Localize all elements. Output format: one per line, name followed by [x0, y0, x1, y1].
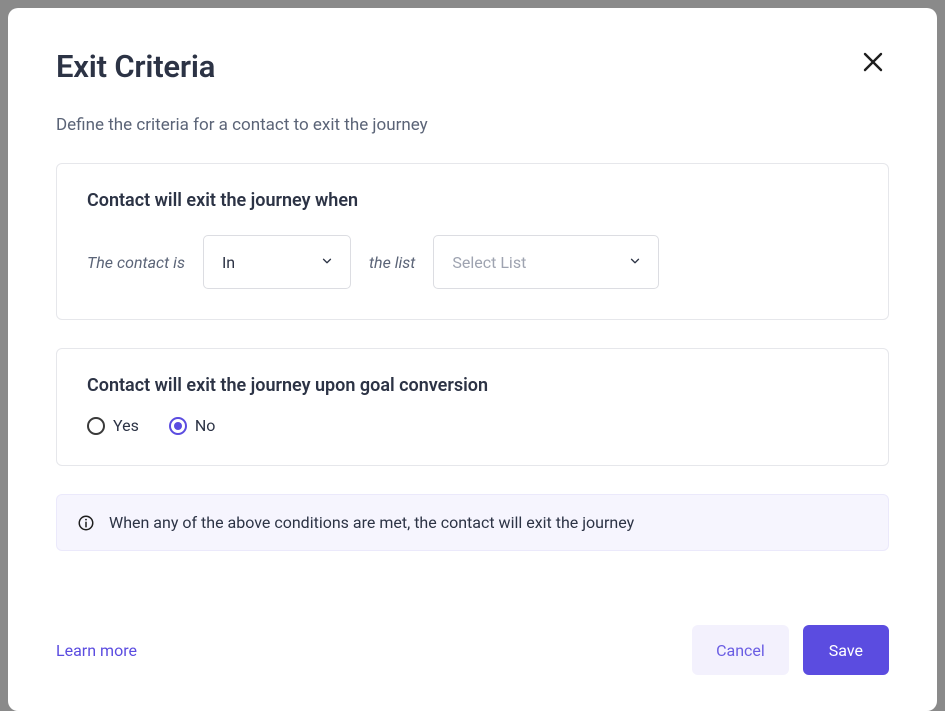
radio-no-label: No: [195, 416, 216, 435]
exit-when-title: Contact will exit the journey when: [87, 190, 858, 211]
chevron-down-icon: [628, 253, 642, 272]
criteria-prefix-label: The contact is: [87, 253, 185, 272]
footer-buttons: Cancel Save: [692, 625, 889, 675]
modal-subtitle: Define the criteria for a contact to exi…: [56, 115, 889, 135]
learn-more-link[interactable]: Learn more: [56, 641, 137, 660]
info-banner: When any of the above conditions are met…: [56, 494, 889, 551]
criteria-mid-label: the list: [369, 253, 415, 272]
condition-dropdown[interactable]: In: [203, 235, 351, 289]
radio-circle-icon: [87, 417, 105, 435]
radio-yes[interactable]: Yes: [87, 416, 139, 435]
chevron-down-icon: [320, 253, 334, 272]
exit-criteria-modal: Exit Criteria Define the criteria for a …: [8, 8, 937, 711]
modal-title: Exit Criteria: [56, 48, 215, 85]
modal-header: Exit Criteria: [56, 48, 889, 85]
condition-value: In: [222, 253, 235, 272]
save-button[interactable]: Save: [803, 625, 889, 675]
radio-yes-label: Yes: [113, 416, 139, 435]
close-icon: [861, 62, 885, 77]
close-button[interactable]: [857, 46, 889, 78]
goal-conversion-panel: Contact will exit the journey upon goal …: [56, 348, 889, 466]
modal-footer: Learn more Cancel Save: [56, 585, 889, 675]
goal-conversion-title: Contact will exit the journey upon goal …: [87, 375, 858, 396]
list-dropdown[interactable]: Select List: [433, 235, 659, 289]
criteria-row: The contact is In the list Select List: [87, 235, 858, 289]
info-banner-text: When any of the above conditions are met…: [109, 513, 634, 532]
modal-backdrop: Exit Criteria Define the criteria for a …: [0, 0, 945, 711]
list-placeholder: Select List: [452, 253, 526, 272]
exit-when-panel: Contact will exit the journey when The c…: [56, 163, 889, 320]
cancel-button[interactable]: Cancel: [692, 625, 789, 675]
info-icon: [77, 514, 95, 532]
radio-circle-selected-icon: [169, 417, 187, 435]
radio-dot-icon: [174, 422, 182, 430]
goal-conversion-radio-group: Yes No: [87, 416, 858, 435]
radio-no[interactable]: No: [169, 416, 216, 435]
